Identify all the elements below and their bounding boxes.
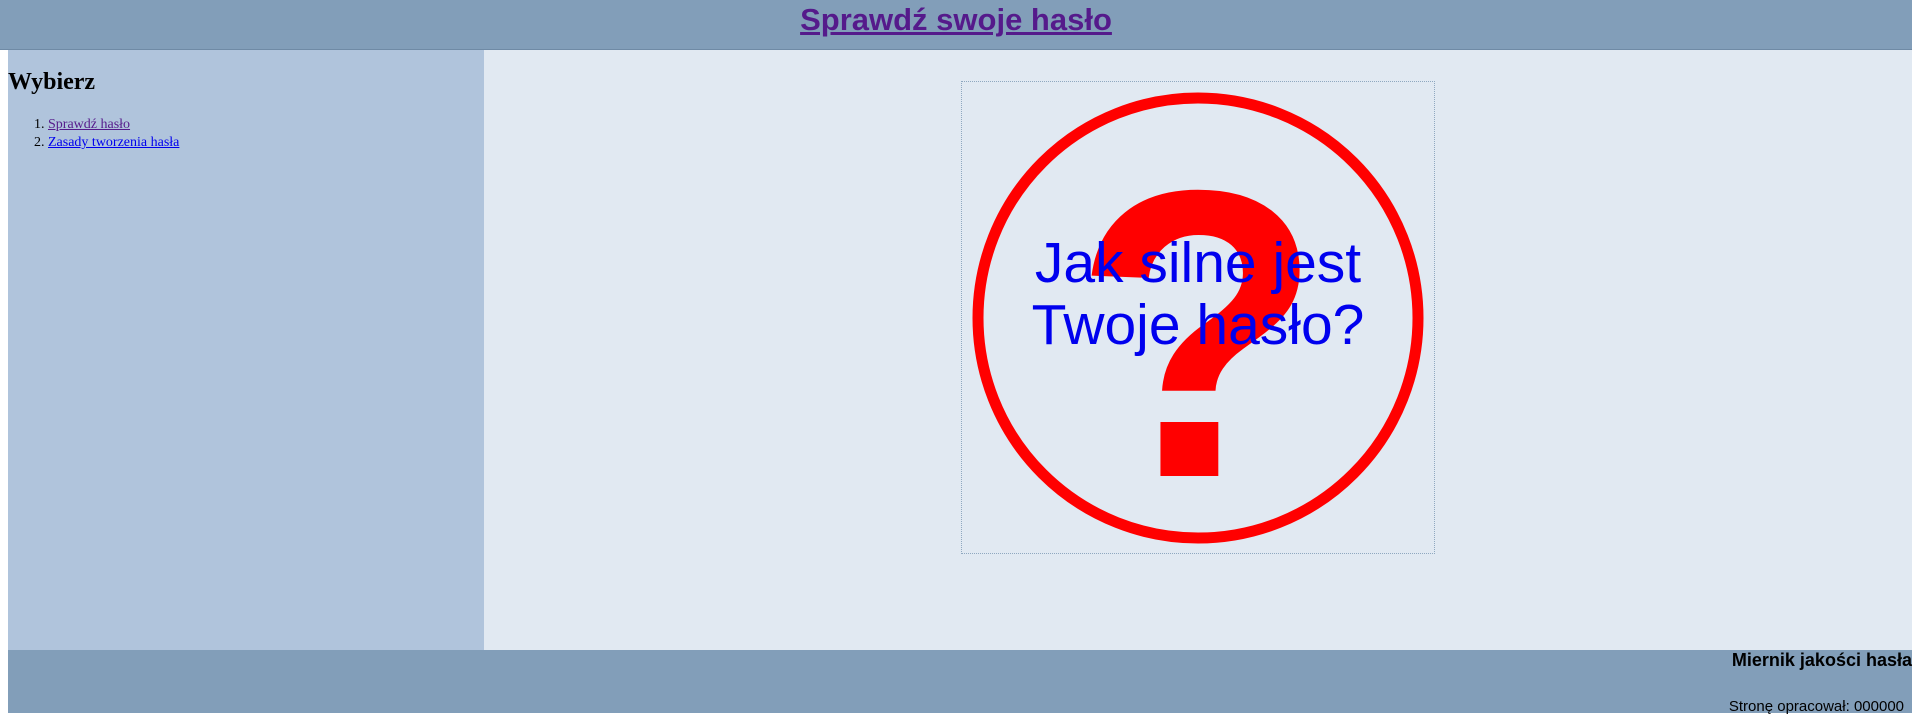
sidebar-heading: Wybierz [8, 69, 96, 95]
main-content: ? Jak silne jest Twoje hasło? [484, 50, 1912, 650]
sidebar-item: Sprawdź hasło [48, 116, 484, 134]
page-margin [1912, 0, 1920, 713]
sidebar: Wybierz Sprawdź hasło Zasady tworzenia h… [8, 50, 484, 650]
sidebar-menu: Sprawdź hasło Zasady tworzenia hasła [8, 116, 484, 152]
page-footer: Miernik jakości hasła Stronę opracował: … [8, 650, 1912, 715]
hero-text-line2: Twoje hasło? [1032, 293, 1365, 357]
sidebar-item: Zasady tworzenia hasła [48, 134, 484, 152]
hero-text-line1: Jak silne jest [1035, 231, 1361, 295]
password-rules-link[interactable]: Zasady tworzenia hasła [48, 135, 179, 150]
footer-author: Stronę opracował: 000000 [1728, 698, 1904, 715]
check-password-link[interactable]: Sprawdź hasło [48, 117, 130, 132]
page-header: Sprawdź swoje hasło [0, 0, 1912, 50]
footer-title: Miernik jakości hasła [1731, 650, 1912, 670]
hero-image: ? Jak silne jest Twoje hasło? [961, 81, 1435, 554]
page-title-link[interactable]: Sprawdź swoje hasło [800, 2, 1112, 38]
